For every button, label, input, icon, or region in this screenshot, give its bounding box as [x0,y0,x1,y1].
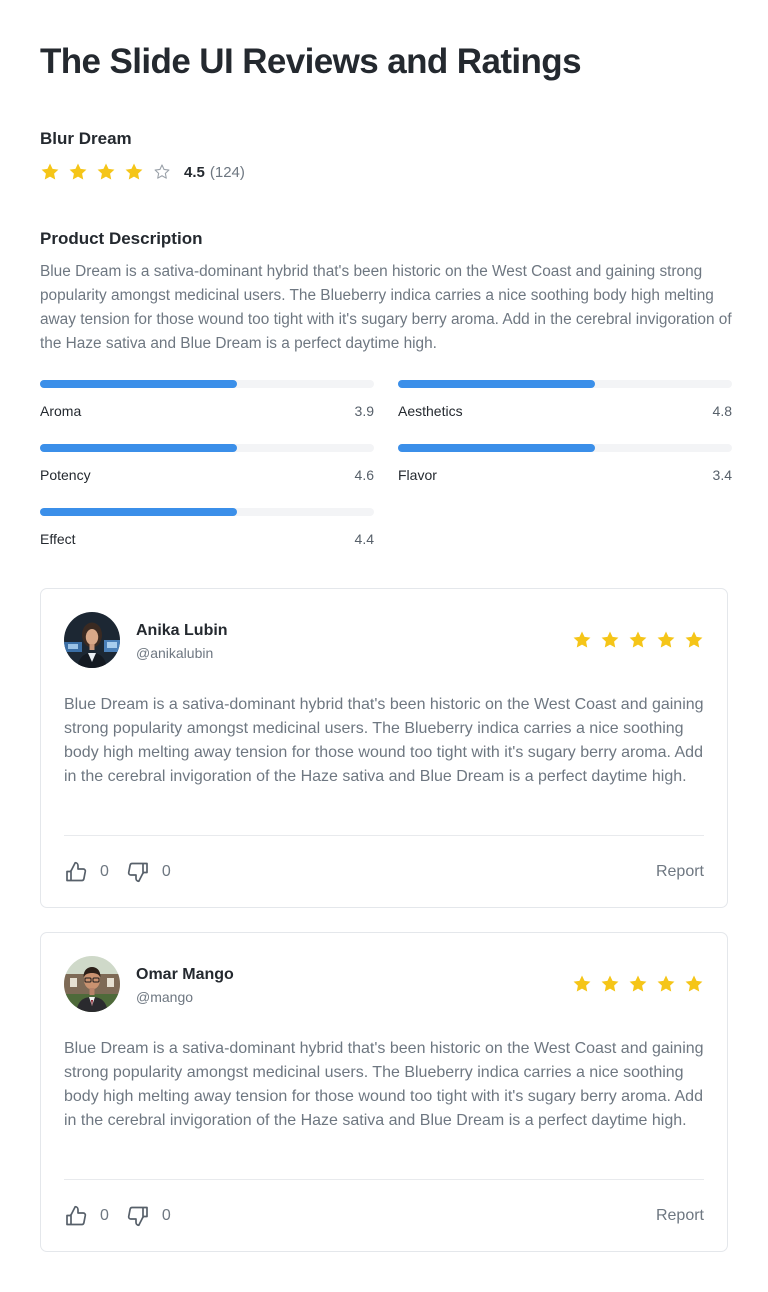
report-link[interactable]: Report [656,862,704,882]
reviewer-name: Omar Mango [136,966,234,983]
divider [64,1179,704,1180]
star-icon [68,162,88,182]
description-text: Blue Dream is a sativa-dominant hybrid t… [40,263,732,352]
star-icon [572,630,592,650]
review-text: Blue Dream is a sativa-dominant hybrid t… [64,1040,704,1129]
metric-track [398,380,732,388]
metric-track [40,444,374,452]
metric-track [40,380,374,388]
metric-track [40,508,374,516]
star-icon [684,630,704,650]
metric-potency: Potency 4.6 [40,444,374,483]
star-icon [684,974,704,994]
thumbs-down-icon[interactable] [126,860,150,884]
like-count: 0 [100,863,109,880]
metric-value: 4.6 [354,467,374,483]
thumbs-up-icon[interactable] [64,1204,88,1228]
star-icon [628,630,648,650]
metric-label: Effect [40,531,76,547]
metric-value: 3.9 [354,403,374,419]
avatar [64,612,120,668]
metric-track [398,444,732,452]
review-stars [564,974,704,994]
report-link[interactable]: Report [656,1206,704,1226]
reviewer-name: Anika Lubin [136,622,228,639]
review-stars [564,630,704,650]
divider [64,835,704,836]
star-icon [124,162,144,182]
star-outline-icon [152,162,172,182]
metric-value: 4.4 [354,531,374,547]
metric-label: Flavor [398,467,437,483]
star-icon [40,162,60,182]
star-icon [656,630,676,650]
metric-fill [398,444,596,452]
review-card: Omar Mango @mango Blue Dream is a sativa… [40,932,728,1252]
star-icon [600,974,620,994]
metric-effect: Effect 4.4 [40,508,374,547]
dislike-count: 0 [161,863,171,880]
review-card: Anika Lubin @anikalubin Blue Dream is a … [40,588,728,908]
metric-aesthetics: Aesthetics 4.8 [398,380,732,419]
star-icon [96,162,116,182]
vote-row: 0 0 [64,1204,188,1228]
metric-aroma: Aroma 3.9 [40,380,374,419]
metric-value: 3.4 [712,467,732,483]
vote-row: 0 0 [64,860,188,884]
product-name: Blur Dream [40,129,132,148]
star-icon [572,974,592,994]
reviewer-handle: @anikalubin [136,645,214,661]
description-heading: Product Description [40,229,203,248]
metric-label: Potency [40,467,91,483]
metric-label: Aroma [40,403,82,419]
reviewer-handle: @mango [136,989,194,1005]
review-text: Blue Dream is a sativa-dominant hybrid t… [64,696,704,785]
metric-fill [40,444,238,452]
metric-value: 4.8 [712,403,732,419]
metric-flavor: Flavor 3.4 [398,444,732,483]
average-rating: 4.5 [184,163,205,181]
review-count: (124) [209,163,245,181]
metric-fill [398,380,596,388]
like-count: 0 [100,1207,109,1224]
star-icon [628,974,648,994]
page-title: The Slide UI Reviews and Ratings [40,42,582,81]
summary-stars [40,162,180,182]
metric-fill [40,508,238,516]
metric-label: Aesthetics [398,403,463,419]
rating-summary: 4.5 (124) [40,160,245,184]
star-icon [600,630,620,650]
avatar [64,956,120,1012]
thumbs-down-icon[interactable] [126,1204,150,1228]
dislike-count: 0 [161,1207,171,1224]
star-icon [656,974,676,994]
thumbs-up-icon[interactable] [64,860,88,884]
metric-fill [40,380,238,388]
